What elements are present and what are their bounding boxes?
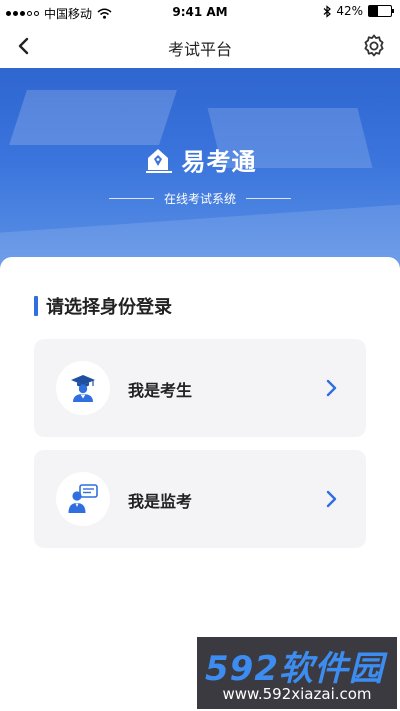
section-accent-bar <box>34 296 38 316</box>
page-title: 考试平台 <box>167 40 232 59</box>
battery-percent: 42% <box>336 4 363 18</box>
watermark-url: www.592xiazai.com <box>222 685 372 703</box>
bluetooth-icon <box>323 4 332 18</box>
chevron-right-icon <box>326 490 337 508</box>
brand-subtitle: 在线考试系统 <box>163 191 236 206</box>
student-graduate-icon <box>56 361 110 415</box>
watermark-logo: 592软件园 <box>205 649 384 689</box>
role-card-proctor[interactable]: 我是监考 <box>34 450 366 548</box>
banner-decoration <box>9 90 177 145</box>
proctor-chat-icon <box>56 472 110 526</box>
status-bar: 中国移动 9:41 AM 42% <box>0 0 400 24</box>
battery-icon <box>368 5 394 17</box>
brand-row: 易考通 <box>144 142 257 177</box>
role-card-student[interactable]: 我是考生 <box>34 339 366 437</box>
section-title-text: 请选择身份登录 <box>46 297 172 318</box>
divider <box>246 197 291 199</box>
role-label-student: 我是考生 <box>128 381 193 400</box>
chevron-right-icon <box>326 379 337 397</box>
header-banner: 易考通 在线考试系统 <box>0 68 400 268</box>
gear-icon[interactable] <box>360 32 388 60</box>
nav-bar: 考试平台 <box>0 24 400 68</box>
brand-subtitle-row: 在线考试系统 <box>0 190 400 207</box>
role-label-proctor: 我是监考 <box>128 492 193 511</box>
brand-block: 易考通 在线考试系统 <box>0 142 400 207</box>
pen-house-logo-icon <box>145 148 172 173</box>
watermark: 592软件园 www.592xiazai.com <box>197 637 397 709</box>
status-right: 42% <box>323 4 394 18</box>
section-title: 请选择身份登录 <box>34 293 172 319</box>
divider <box>108 197 154 199</box>
brand-name: 易考通 <box>181 148 257 176</box>
